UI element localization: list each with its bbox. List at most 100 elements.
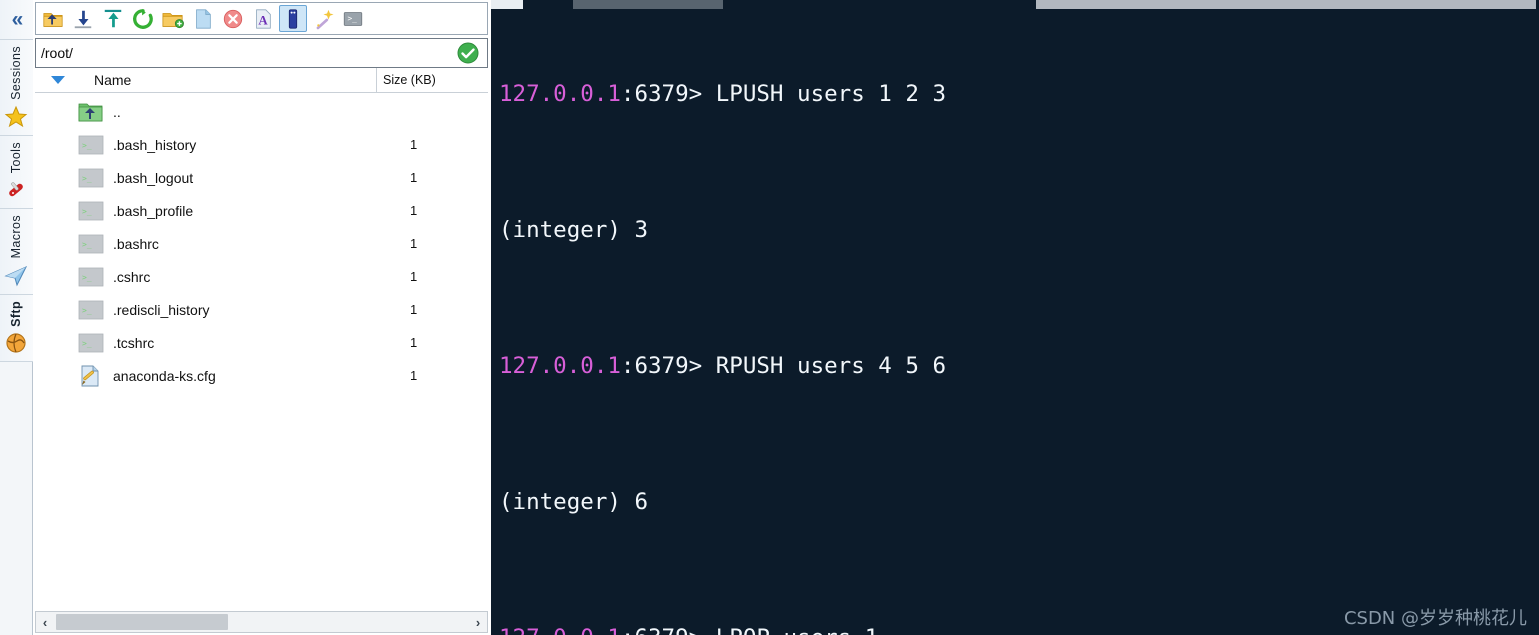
double-chevron-left-icon: « [11,8,24,31]
svg-text:>_: >_ [82,306,92,315]
file-name: .cshrc [113,268,151,285]
table-row[interactable]: anaconda-ks.cfg 1 [35,359,488,392]
svg-text:>_: >_ [82,174,92,183]
scroll-right-arrow-icon[interactable]: › [469,615,487,630]
table-row[interactable]: >_ .tcshrc 1 [35,326,488,359]
sidebar-collapse-button[interactable]: « [0,0,33,40]
sidebar-label-sftp: Sftp [9,300,23,327]
column-header-name[interactable]: Name [94,72,131,88]
file-size: 1 [410,302,418,317]
ghost-tab [573,0,723,9]
prompt-host: 127.0.0.1 [499,81,621,107]
globe-icon [4,331,28,355]
sidebar-item-sftp[interactable]: Sftp [0,294,33,363]
table-row[interactable]: >_ .bashrc 1 [35,227,488,260]
magic-wand-icon[interactable] [309,5,337,32]
terminal-output-text: (integer) 6 [499,489,649,515]
file-size: 1 [410,269,418,284]
sidebar-label-tools: Tools [9,141,23,174]
paper-plane-icon [4,264,28,288]
scroll-left-arrow-icon[interactable]: ‹ [36,615,54,630]
file-list-header: Name Size (KB) [35,67,488,93]
svg-text:A: A [258,13,268,27]
svg-text:>_: >_ [348,13,358,22]
svg-text:>_: >_ [82,141,92,150]
refresh-icon[interactable] [129,5,157,32]
sidebar-label-macros: Macros [9,215,23,259]
file-size: 1 [410,368,418,383]
file-list[interactable]: .. >_ .bash_history 1 >_ .bash_logout 1 [35,93,488,611]
sftp-browser-panel: A >_ /root/ Name Size (KB) .. >_ .bash_h… [33,0,491,635]
terminal-tab-strip [491,0,1539,9]
file-size: 1 [410,236,418,251]
open-terminal-icon[interactable]: >_ [339,5,367,32]
file-name: .bash_history [113,136,197,153]
sort-descending-icon[interactable] [51,76,65,84]
file-name: .bashrc [113,235,159,252]
file-name: .tcshrc [113,334,155,351]
terminal-output[interactable]: 127.0.0.1:6379> LPUSH users 1 2 3 (integ… [499,9,1539,635]
sidebar-item-sessions[interactable]: Sessions [0,40,33,136]
terminal-line: (integer) 3 [499,213,1539,247]
terminal-output-text: (integer) 3 [499,217,649,243]
script-file-icon: >_ [78,200,104,222]
ghost-tab [1036,0,1536,9]
script-file-icon: >_ [78,134,104,156]
script-file-icon: >_ [78,299,104,321]
scrollbar-thumb[interactable] [56,614,228,630]
file-size: 1 [410,170,418,185]
script-file-icon: >_ [78,233,104,255]
mobaxterm-window: « Sessions Tools Macros Sftp A >_ /root/… [0,0,1539,635]
column-header-size[interactable]: Size (KB) [376,67,436,93]
file-name: anaconda-ks.cfg [113,367,216,384]
new-file-icon[interactable] [189,5,217,32]
file-name: .bash_profile [113,202,194,219]
table-row[interactable]: .. [35,95,488,128]
table-row[interactable]: >_ .cshrc 1 [35,260,488,293]
terminal-line: (integer) 6 [499,485,1539,519]
new-folder-icon[interactable] [159,5,187,32]
script-file-icon: >_ [78,332,104,354]
svg-text:>_: >_ [82,339,92,348]
table-row[interactable]: >_ .rediscli_history 1 [35,293,488,326]
table-row[interactable]: >_ .bash_history 1 [35,128,488,161]
horizontal-scrollbar[interactable]: ‹ › [35,611,488,633]
file-size: 1 [410,137,418,152]
ghost-tab [491,0,523,9]
star-icon [4,105,28,129]
download-icon[interactable] [69,5,97,32]
file-name: .rediscli_history [113,301,210,318]
terminal-command: RPUSH users 4 5 6 [702,353,947,379]
text-editor-icon[interactable]: A [249,5,277,32]
svg-text:>_: >_ [82,207,92,216]
prompt-host: 127.0.0.1 [499,353,621,379]
file-name: .. [113,103,121,120]
path-bar[interactable]: /root/ [35,38,488,68]
file-size: 1 [410,203,418,218]
sidebar-item-macros[interactable]: Macros [0,209,33,295]
svg-text:>_: >_ [82,240,92,249]
prompt-port: :6379> [621,625,702,635]
terminal-command: LPUSH users 1 2 3 [702,81,947,107]
config-file-icon [78,365,104,387]
parent-folder-icon [78,101,104,123]
prompt-port: :6379> [620,353,703,379]
script-file-icon: >_ [78,167,104,189]
path-input[interactable]: /root/ [41,45,456,61]
watermark-text: CSDN @岁岁种桃花儿 [1343,608,1527,629]
table-row[interactable]: >_ .bash_profile 1 [35,194,488,227]
terminal-panel[interactable]: 127.0.0.1:6379> LPUSH users 1 2 3 (integ… [491,0,1539,635]
prompt-host: 127.0.0.1 [499,625,621,635]
delete-icon[interactable] [219,5,247,32]
sidebar-item-tools[interactable]: Tools [0,135,33,210]
svg-text:>_: >_ [82,273,92,282]
parent-folder-icon[interactable] [39,5,67,32]
upload-icon[interactable] [99,5,127,32]
swiss-knife-icon [4,178,28,202]
left-sidebar-rail: « Sessions Tools Macros Sftp [0,0,33,635]
follow-terminal-icon[interactable] [279,5,307,32]
table-row[interactable]: >_ .bash_logout 1 [35,161,488,194]
prompt-port: :6379> [620,81,703,107]
path-ok-check-icon [456,41,480,65]
terminal-command: LPOP users 1 [702,625,879,635]
